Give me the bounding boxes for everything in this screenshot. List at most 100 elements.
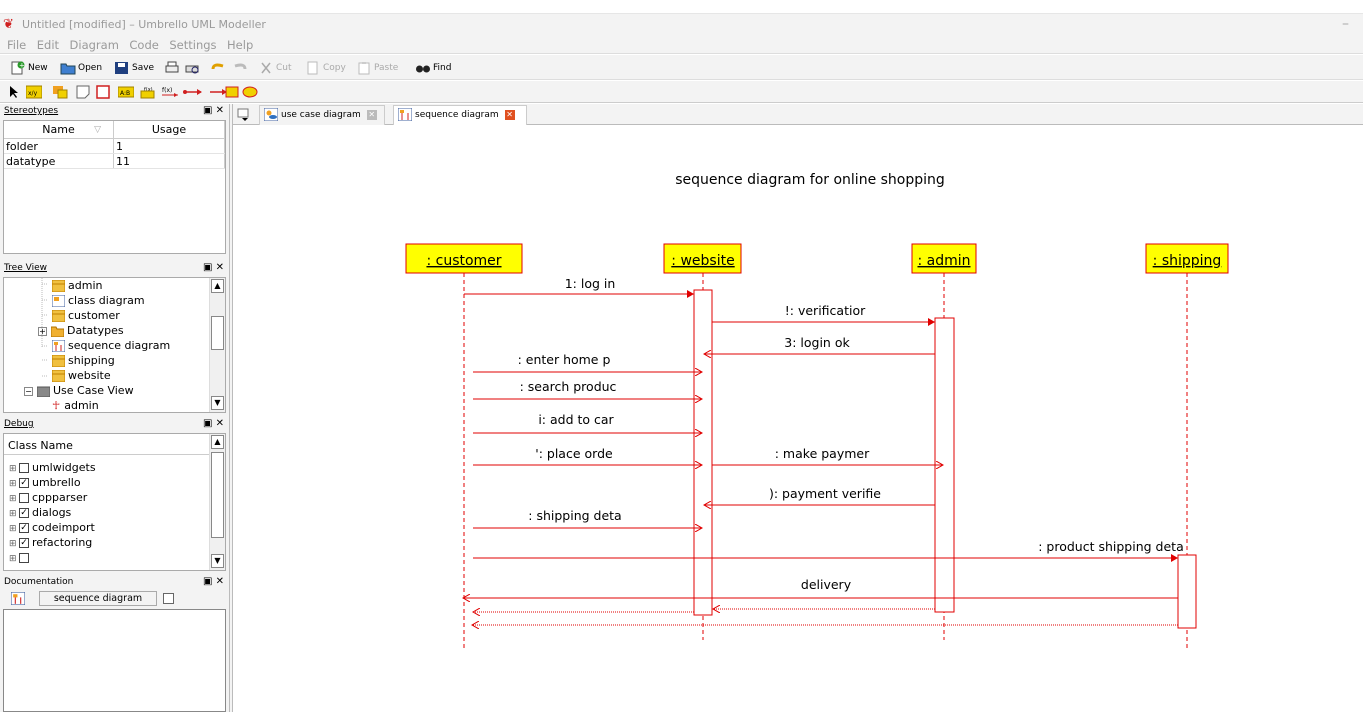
message-9[interactable]: ): payment verifie: [704, 486, 935, 505]
object-icon[interactable]: [52, 85, 68, 99]
debug-item[interactable]: ⊞ cppparser: [9, 490, 87, 505]
undo-button[interactable]: [210, 59, 228, 77]
menu-code[interactable]: Code: [129, 38, 158, 52]
message-3[interactable]: 3: login ok: [704, 335, 935, 354]
scroll-thumb[interactable]: [211, 452, 224, 538]
object-shipping[interactable]: : shipping: [1145, 243, 1229, 274]
note-icon[interactable]: [76, 85, 90, 99]
object-website[interactable]: : website: [663, 243, 742, 274]
dock-float-close-icon[interactable]: ▣ ✕: [203, 418, 224, 429]
menu-file[interactable]: File: [7, 38, 26, 52]
checkbox-unchecked[interactable]: [19, 493, 29, 503]
debug-column-header[interactable]: Class Name: [4, 434, 210, 455]
message-6[interactable]: i: add to car: [473, 412, 702, 433]
expand-plus-icon[interactable]: ⊞: [9, 552, 17, 567]
checkbox-checked[interactable]: ✓: [19, 508, 29, 518]
table-row[interactable]: folder 1: [4, 139, 225, 154]
column-header-usage[interactable]: Usage: [114, 121, 225, 138]
scroll-down-icon[interactable]: ▼: [211, 554, 224, 568]
tab-sequence-diagram[interactable]: sequence diagram ✕: [393, 105, 527, 125]
dock-float-close-icon[interactable]: ▣ ✕: [203, 105, 224, 116]
menu-edit[interactable]: Edit: [37, 38, 59, 52]
sync-message-icon[interactable]: f(x): [160, 85, 182, 99]
async-message-icon[interactable]: [183, 85, 205, 99]
message-5[interactable]: : search produc: [473, 379, 702, 399]
documentation-checkbox[interactable]: [163, 593, 174, 604]
message-10[interactable]: : shipping deta: [473, 508, 702, 528]
box-icon[interactable]: [96, 85, 110, 99]
diagram-name-button[interactable]: sequence diagram: [39, 591, 157, 606]
diagram-canvas[interactable]: sequence diagram for online shopping : c…: [233, 125, 1363, 712]
expand-plus-icon[interactable]: +: [38, 326, 47, 336]
message-8[interactable]: : make paymer: [712, 446, 943, 465]
documentation-text-area[interactable]: [3, 609, 226, 712]
debug-scrollbar[interactable]: ▲ ▼: [209, 434, 225, 570]
treeview-scrollbar[interactable]: ▲ ▼: [209, 278, 225, 412]
column-header-name[interactable]: Name ▽: [4, 121, 114, 138]
tree-item-shipping[interactable]: shipping: [52, 353, 115, 368]
copy-button[interactable]: Copy: [305, 59, 346, 77]
scroll-up-icon[interactable]: ▲: [211, 435, 224, 449]
select-arrow-icon[interactable]: [8, 85, 20, 99]
menu-diagram[interactable]: Diagram: [70, 38, 119, 52]
activation-shipping[interactable]: [1177, 554, 1197, 629]
tree-item-sequence-diagram[interactable]: sequence diagram: [52, 338, 170, 353]
minimize-button[interactable]: –: [1342, 16, 1349, 32]
redo-button[interactable]: [232, 59, 250, 77]
menu-settings[interactable]: Settings: [169, 38, 216, 52]
message-1[interactable]: 1: log in: [464, 276, 694, 298]
tree-item-website[interactable]: website: [52, 368, 111, 383]
activation-website[interactable]: [693, 289, 713, 616]
tree-item-admin[interactable]: admin: [52, 278, 102, 293]
collapse-minus-icon[interactable]: −: [24, 386, 33, 396]
tree-item-customer[interactable]: customer: [52, 308, 120, 323]
tree-item-use-case-view[interactable]: − Use Case View: [24, 383, 134, 398]
debug-item[interactable]: ⊞ ✓ refactoring: [9, 535, 92, 550]
print-button[interactable]: [164, 59, 182, 77]
scroll-down-icon[interactable]: ▼: [211, 396, 224, 410]
message-2[interactable]: !: verificatior: [712, 303, 935, 326]
message-12[interactable]: delivery: [463, 577, 1178, 598]
object-customer[interactable]: : customer: [405, 243, 523, 274]
message-4[interactable]: : enter home p: [473, 352, 702, 372]
checkbox-checked[interactable]: ✓: [19, 478, 29, 488]
open-button[interactable]: Open: [60, 59, 102, 77]
debug-item[interactable]: ⊞ ✓ umbrello: [9, 475, 81, 490]
tab-close-icon[interactable]: ✕: [366, 109, 377, 120]
debug-item[interactable]: ⊞ ✓ dialogs: [9, 505, 71, 520]
checkbox-checked[interactable]: ✓: [19, 523, 29, 533]
debug-item[interactable]: ⊞ umlwidgets: [9, 460, 96, 475]
seq-message-icon[interactable]: x/y: [26, 85, 42, 99]
checkbox-unchecked[interactable]: [19, 553, 29, 563]
end-of-life-icon[interactable]: [242, 85, 258, 99]
print-preview-button[interactable]: [184, 59, 202, 77]
text-line-icon[interactable]: A:B: [118, 85, 134, 99]
find-button[interactable]: Find: [415, 59, 451, 77]
sequence-diagram[interactable]: sequence diagram for online shopping : c…: [233, 125, 1363, 712]
cut-button[interactable]: Cut: [258, 59, 292, 77]
dock-float-close-icon[interactable]: ▣ ✕: [203, 262, 224, 273]
menu-help[interactable]: Help: [227, 38, 253, 52]
save-button[interactable]: Save: [114, 59, 154, 77]
precondition-icon[interactable]: [225, 85, 239, 99]
checkbox-unchecked[interactable]: [19, 463, 29, 473]
tab-close-icon[interactable]: ✕: [504, 109, 515, 120]
object-admin[interactable]: : admin: [911, 243, 977, 274]
tree-item-datatypes[interactable]: + Datatypes: [38, 323, 124, 338]
tree-item-actor-admin[interactable]: ☥ admin: [52, 398, 99, 412]
debug-item[interactable]: ⊞: [9, 550, 32, 565]
dock-float-close-icon[interactable]: ▣ ✕: [203, 576, 224, 587]
debug-item[interactable]: ⊞ ✓ codeimport: [9, 520, 95, 535]
scroll-thumb[interactable]: [211, 316, 224, 350]
table-row[interactable]: datatype 11: [4, 154, 225, 169]
paste-button[interactable]: Paste: [356, 59, 398, 77]
tab-use-case-diagram[interactable]: use case diagram ✕: [259, 105, 385, 125]
message-7[interactable]: ': place orde: [473, 446, 702, 465]
tree-item-class-diagram[interactable]: class diagram: [52, 293, 145, 308]
new-tab-icon[interactable]: [237, 108, 251, 121]
new-button[interactable]: + New: [10, 59, 48, 77]
checkbox-checked[interactable]: ✓: [19, 538, 29, 548]
combined-fragment-icon[interactable]: f(x): [140, 85, 156, 99]
message-11[interactable]: : product shipping deta: [473, 539, 1184, 562]
scroll-up-icon[interactable]: ▲: [211, 279, 224, 293]
